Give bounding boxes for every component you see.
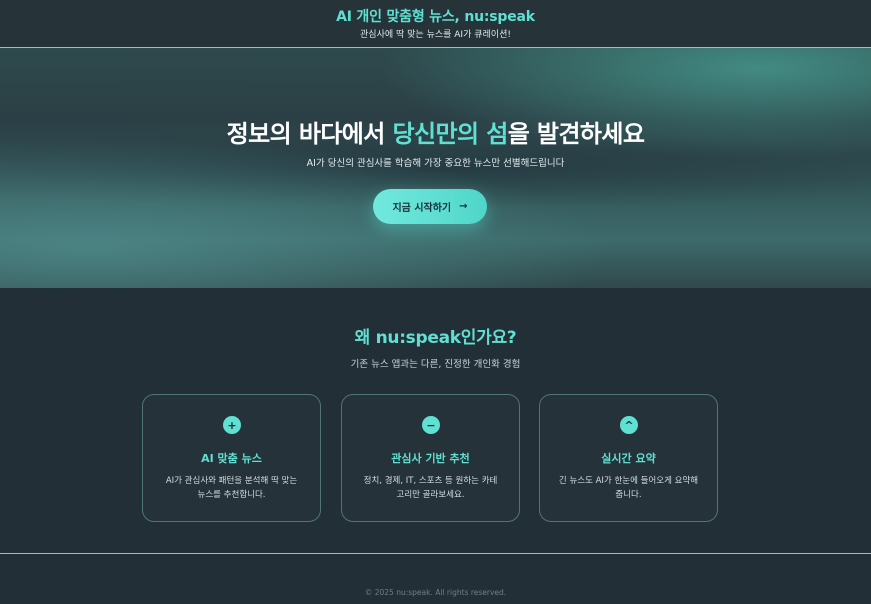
feature-card-ai-news: + AI 맞춤 뉴스 AI가 관심사와 패턴을 분석해 딱 맞는 뉴스를 추천합…: [142, 394, 321, 522]
hero-title-highlight: 당신만의 섬: [392, 120, 509, 148]
brand-title[interactable]: AI 개인 맞춤형 뉴스, nu:speak: [0, 6, 871, 26]
caret-up-icon: ^: [620, 416, 638, 434]
why-section-title: 왜 nu:speak인가요?: [354, 328, 517, 348]
why-section-subtitle: 기존 뉴스 앱과는 다른, 진정한 개인화 경험: [350, 359, 521, 370]
feature-description: 정치, 경제, IT, 스포츠 등 원하는 카테고리만 골라보세요.: [363, 476, 498, 500]
feature-title: AI 맞춤 뉴스: [201, 452, 262, 465]
arrow-right-icon: →: [459, 201, 468, 212]
hero-section: 정보의 바다에서 당신만의 섬을 발견하세요 AI가 당신의 관심사를 학습해 …: [0, 48, 871, 288]
feature-card-realtime-summary: ^ 실시간 요약 긴 뉴스도 AI가 한눈에 들어오게 요약해 줍니다.: [539, 394, 718, 522]
footer-divider: [0, 553, 871, 554]
plus-icon: +: [223, 416, 241, 434]
feature-title: 실시간 요약: [601, 452, 656, 465]
start-now-button[interactable]: 지금 시작하기 →: [373, 189, 487, 224]
feature-description: AI가 관심사와 패턴을 분석해 딱 맞는 뉴스를 추천합니다.: [165, 476, 298, 500]
footer-copyright: © 2025 nu:speak. All rights reserved.: [364, 588, 507, 597]
site-header: AI 개인 맞춤형 뉴스, nu:speak 관심사에 딱 맞는 뉴스를 AI가…: [0, 0, 871, 48]
hero-title: 정보의 바다에서 당신만의 섬을 발견하세요: [0, 114, 871, 149]
header-tagline: 관심사에 딱 맞는 뉴스를 AI가 큐레이션!: [360, 30, 511, 40]
feature-description: 긴 뉴스도 AI가 한눈에 들어오게 요약해 줍니다.: [558, 476, 699, 500]
feature-card-interest-recommend: − 관심사 기반 추천 정치, 경제, IT, 스포츠 등 원하는 카테고리만 …: [341, 394, 520, 522]
hero-title-start: 정보의 바다에서: [226, 120, 393, 148]
start-now-label: 지금 시작하기: [392, 203, 452, 214]
hero-title-end: 을 발견하세요: [507, 120, 645, 148]
minus-icon: −: [422, 416, 440, 434]
hero-subtitle: AI가 당신의 관심사를 학습해 가장 중요한 뉴스만 선별해드립니다: [306, 158, 565, 169]
feature-title: 관심사 기반 추천: [391, 452, 470, 465]
